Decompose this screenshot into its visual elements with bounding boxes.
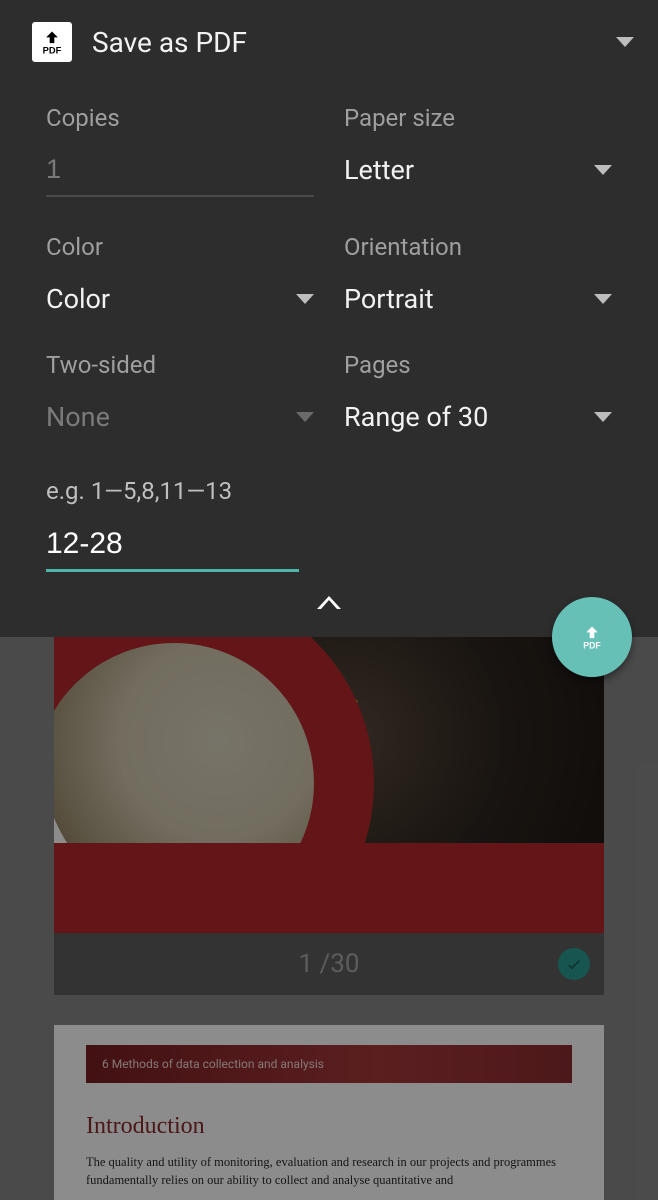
chevron-down-icon [594,412,612,422]
destination-row[interactable]: PDF Save as PDF [0,0,658,80]
two-sided-value: None [46,401,110,433]
pdf-file-icon: PDF [32,22,72,62]
page-range-hint: e.g. 1—5,8,11—13 [46,477,299,505]
color-field[interactable]: Color Color [46,233,314,315]
paper-size-label: Paper size [344,104,612,132]
preview-page-1[interactable] [54,637,604,933]
collapse-panel-button[interactable] [0,582,658,609]
orientation-label: Orientation [344,233,612,261]
chevron-down-icon [616,37,634,47]
copies-field: Copies [46,104,314,197]
destination-label: Save as PDF [92,26,616,59]
copies-label: Copies [46,104,314,132]
two-sided-label: Two-sided [46,351,314,379]
svg-text:PDF: PDF [583,641,601,651]
chevron-down-icon [296,412,314,422]
page-counter-bar: 1 /30 [54,933,604,995]
print-preview-area: PDF 1 /30 6 Methods of data collection a… [0,637,658,1200]
preview-page-2[interactable]: 6 Methods of data collection and analysi… [54,1025,604,1200]
page-2-header-bar: 6 Methods of data collection and analysi… [86,1045,572,1083]
orientation-value: Portrait [344,283,434,315]
chevron-down-icon [594,165,612,175]
page-selected-check-icon[interactable] [558,948,590,980]
svg-text:PDF: PDF [43,46,62,56]
page-range-block: e.g. 1—5,8,11—13 [0,469,345,582]
paper-size-field[interactable]: Paper size Letter [344,104,612,197]
pages-field[interactable]: Pages Range of 30 [344,351,612,433]
color-value: Color [46,283,110,315]
paper-size-value: Letter [344,154,414,186]
pages-label: Pages [344,351,612,379]
pages-value: Range of 30 [344,401,488,433]
page-range-input[interactable] [46,527,299,572]
chevron-up-icon [317,596,341,609]
two-sided-field: Two-sided None [46,351,314,433]
page-2-body: The quality and utility of monitoring, e… [86,1154,572,1189]
page-2-heading: Introduction [86,1113,572,1140]
color-label: Color [46,233,314,261]
save-pdf-fab[interactable]: PDF [552,597,632,677]
print-settings-panel: PDF Save as PDF Copies Paper size Letter… [0,0,658,637]
chevron-down-icon [296,294,314,304]
orientation-field[interactable]: Orientation Portrait [344,233,612,315]
copies-input[interactable] [46,154,314,197]
page-counter-text: 1 /30 [298,949,359,979]
chevron-down-icon [594,294,612,304]
